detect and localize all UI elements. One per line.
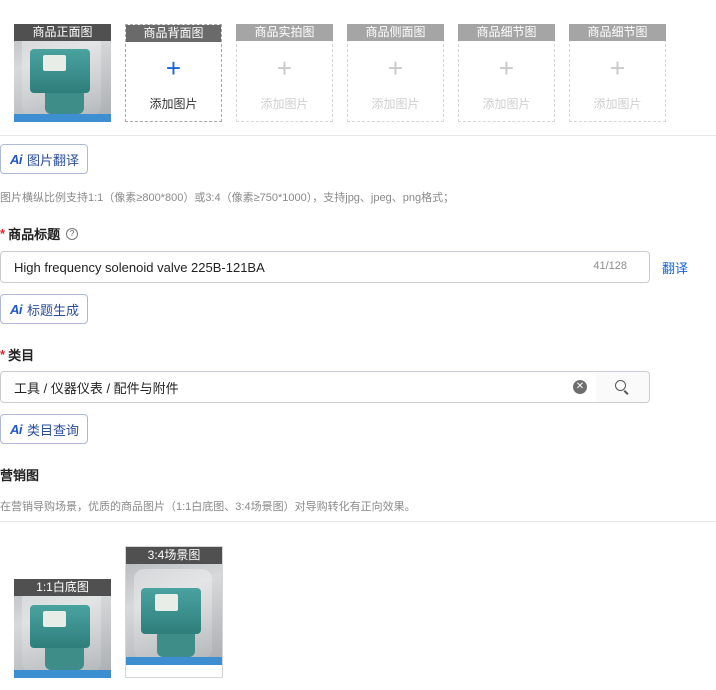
image-slot-detail-2[interactable]: 商品细节图 + 添加图片 <box>569 24 666 122</box>
ai-icon: Ai <box>10 301 23 317</box>
image-slot-side[interactable]: 商品侧面图 + 添加图片 <box>347 24 444 122</box>
category-field-label: * 类目 <box>0 345 34 364</box>
image-slot-caption: 商品正面图 <box>14 24 111 41</box>
marketing-image-caption: 3:4场景图 <box>126 547 222 564</box>
translate-link[interactable]: 翻译 <box>662 258 688 277</box>
required-mark: * <box>0 226 6 241</box>
image-format-hint: 图片横纵比例支持1:1（像素≥800*800）或3:4（像素≥750*1000）… <box>0 192 455 204</box>
image-slot-real-shot[interactable]: 商品实拍图 + 添加图片 <box>236 24 333 122</box>
plus-icon: + <box>609 53 626 83</box>
ai-image-translate-button[interactable]: Ai 图片翻译 <box>0 144 89 174</box>
title-input-value: High frequency solenoid valve 225B-121BA <box>14 259 265 275</box>
add-image-label: 添加图片 <box>593 97 642 111</box>
marketing-image-caption: 1:1白底图 <box>14 579 111 596</box>
image-slot-caption: 商品细节图 <box>569 24 666 41</box>
product-photo <box>126 561 222 665</box>
image-slot-caption: 商品背面图 <box>126 25 221 42</box>
marketing-hint: 在营销导购场景，优质的商品图片（1:1白底图、3:4场景图）对导购转化有正向效果… <box>0 501 416 513</box>
add-image-label: 添加图片 <box>482 97 531 111</box>
divider <box>0 135 716 136</box>
marketing-heading-text: 营销图 <box>0 468 40 483</box>
image-slot-back[interactable]: 商品背面图 + 添加图片 <box>125 24 222 122</box>
image-slot-caption: 商品侧面图 <box>347 24 444 41</box>
ai-icon: Ai <box>10 421 23 437</box>
marketing-heading: 营销图 <box>0 465 39 484</box>
image-slot-caption: 商品细节图 <box>458 24 555 41</box>
search-icon <box>615 380 626 391</box>
image-slot-detail-1[interactable]: 商品细节图 + 添加图片 <box>458 24 555 122</box>
category-input-value: 工具 / 仪器仪表 / 配件与附件 <box>14 380 179 396</box>
button-label: 类目查询 <box>27 422 80 438</box>
title-input[interactable]: High frequency solenoid valve 225B-121BA… <box>0 251 650 283</box>
required-mark: * <box>0 347 6 362</box>
button-label: 图片翻译 <box>27 152 80 168</box>
ai-title-generate-button[interactable]: Ai 标题生成 <box>0 294 89 324</box>
button-label: 标题生成 <box>27 302 80 318</box>
title-field-label: * 商品标题 ? <box>0 224 79 243</box>
clear-icon[interactable]: ✕ <box>573 380 587 394</box>
plus-icon: + <box>276 53 293 83</box>
category-label-text: 类目 <box>8 348 35 363</box>
marketing-image-scene[interactable]: 3:4场景图 <box>125 546 223 678</box>
ai-icon: Ai <box>10 151 23 167</box>
add-image-label: 添加图片 <box>149 97 198 111</box>
title-char-counter: 41/128 <box>593 260 627 272</box>
category-search-button[interactable] <box>596 371 650 403</box>
image-slot-caption: 商品实拍图 <box>236 24 333 41</box>
image-slot-front[interactable]: 商品正面图 <box>14 24 111 122</box>
ai-category-query-button[interactable]: Ai 类目查询 <box>0 414 89 444</box>
add-image-label: 添加图片 <box>371 97 420 111</box>
add-image-label: 添加图片 <box>260 97 309 111</box>
plus-icon: + <box>498 53 515 83</box>
title-label-text: 商品标题 <box>8 227 61 242</box>
divider <box>0 521 716 522</box>
marketing-image-square[interactable]: 1:1白底图 <box>14 579 111 678</box>
plus-icon: + <box>165 53 182 83</box>
plus-icon: + <box>387 53 404 83</box>
help-icon[interactable]: ? <box>66 227 79 240</box>
category-input[interactable]: 工具 / 仪器仪表 / 配件与附件 <box>0 371 597 403</box>
